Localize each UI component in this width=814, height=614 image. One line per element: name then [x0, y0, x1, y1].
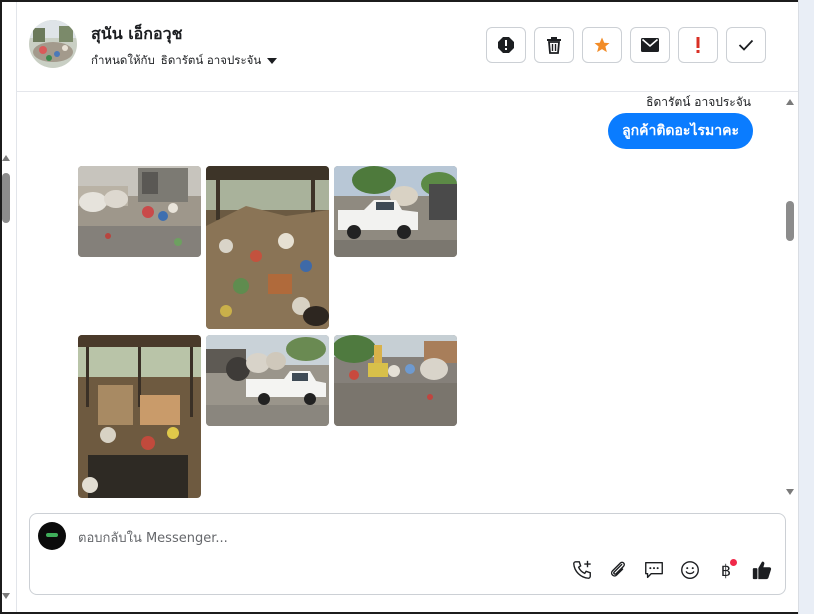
photo-garbage-heap[interactable]: [206, 166, 329, 329]
scroll-up-arrow[interactable]: [2, 155, 10, 161]
mark-done-button[interactable]: [726, 27, 766, 63]
page-avatar: [38, 522, 66, 550]
photo-junk-pile-shed[interactable]: [78, 166, 201, 257]
right-edge-strip: [798, 0, 814, 614]
photo-loaded-pickup[interactable]: [206, 335, 329, 426]
attach-button[interactable]: [606, 558, 630, 582]
reply-composer: ฿: [29, 513, 786, 595]
mail-icon: [641, 38, 659, 52]
photo-shelter-recyclables[interactable]: [78, 335, 201, 498]
mark-unread-button[interactable]: [630, 27, 670, 63]
payment-button[interactable]: ฿: [714, 558, 738, 582]
photo-recycle-yard[interactable]: [334, 335, 457, 426]
conversation-header: สุนัน เอ็กอวุช กำหนดให้กับ ธิดารัตน์ อาจ…: [17, 2, 798, 92]
like-icon: [752, 561, 772, 580]
scroll-thumb[interactable]: [2, 173, 10, 223]
contact-name[interactable]: สุนัน เอ็กอวุช: [91, 22, 182, 47]
caret-down-icon: [267, 58, 278, 64]
star-button[interactable]: [582, 27, 622, 63]
composer-tools: ฿: [570, 558, 774, 582]
conversation-panel: สุนัน เอ็กอวุช กำหนดให้กับ ธิดารัตน์ อาจ…: [16, 2, 798, 612]
scroll-down-arrow[interactable]: [2, 593, 10, 599]
trash-icon: [547, 37, 561, 54]
delete-button[interactable]: [534, 27, 574, 63]
contact-avatar[interactable]: [29, 20, 77, 68]
attachment-icon: [610, 561, 625, 577]
spam-icon: [498, 37, 514, 53]
star-icon: [594, 37, 610, 53]
header-actions: [486, 27, 766, 63]
like-button[interactable]: [750, 558, 774, 582]
saved-reply-icon: [645, 561, 663, 579]
assign-prefix: กำหนดให้กับ: [91, 53, 155, 67]
emoji-icon: [681, 561, 699, 579]
assignment-dropdown[interactable]: กำหนดให้กับ ธิดารัตน์ อาจประจัน: [91, 52, 278, 70]
chat-scroll-up-arrow[interactable]: [786, 99, 794, 105]
reply-input[interactable]: [78, 528, 678, 548]
photo-white-pickup-truck[interactable]: [334, 166, 457, 257]
exclamation-icon: [696, 37, 700, 53]
saved-reply-button[interactable]: [642, 558, 666, 582]
chat-scroll-down-arrow[interactable]: [786, 489, 794, 495]
message-thread[interactable]: ธิดารัตน์ อาจประจัน ลูกค้าติดอะไรมาคะ: [17, 93, 798, 503]
add-call-icon: [573, 560, 591, 579]
outgoing-message-bubble[interactable]: ลูกค้าติดอะไรมาคะ: [608, 113, 753, 149]
emoji-button[interactable]: [678, 558, 702, 582]
follow-up-button[interactable]: [678, 27, 718, 63]
sender-name: ธิดารัตน์ อาจประจัน: [646, 95, 751, 109]
chat-scrollbar[interactable]: [784, 93, 796, 503]
assignee-name: ธิดารัตน์ อาจประจัน: [160, 53, 262, 67]
add-call-button[interactable]: [570, 558, 594, 582]
chat-scroll-thumb[interactable]: [786, 201, 794, 241]
check-icon: [738, 39, 754, 51]
outer-scrollbar[interactable]: [2, 155, 12, 605]
spam-button[interactable]: [486, 27, 526, 63]
notification-dot: [730, 559, 737, 566]
